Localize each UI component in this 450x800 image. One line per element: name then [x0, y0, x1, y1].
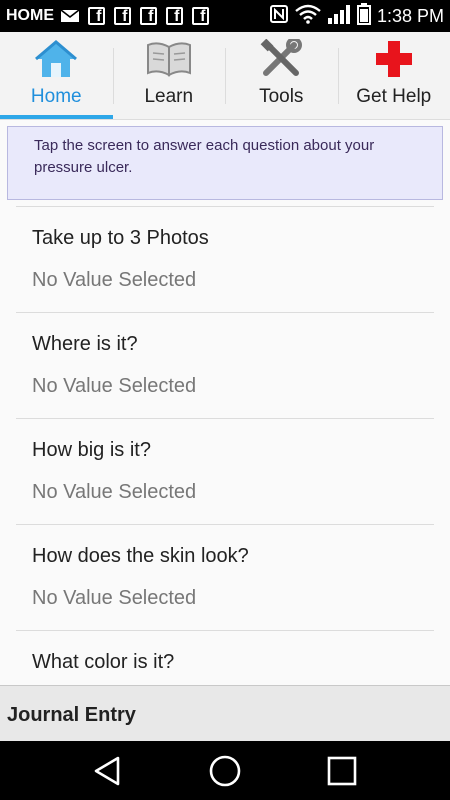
- home-icon[interactable]: [205, 751, 245, 791]
- tab-home[interactable]: Home: [0, 32, 113, 119]
- question-label: How does the skin look?: [32, 545, 249, 567]
- status-left: HOME: [6, 6, 210, 26]
- status-time: 1:38 PM: [376, 5, 444, 26]
- facebook-notification-icon-5: [190, 6, 210, 26]
- tab-home-label: Home: [30, 86, 82, 107]
- house-icon: [32, 38, 80, 80]
- facebook-notification-icon-1: [86, 6, 106, 26]
- list-item-color[interactable]: What color is it?: [16, 630, 434, 690]
- journal-entry-footer: Journal Entry: [0, 685, 450, 741]
- question-label: Where is it?: [32, 333, 138, 355]
- main-tab-bar: Home Learn Tools Get Help: [0, 32, 450, 120]
- tab-learn-label: Learn: [144, 86, 194, 107]
- list-item-skin[interactable]: How does the skin look? No Value Selecte…: [16, 524, 434, 630]
- question-value: No Value Selected: [32, 269, 197, 291]
- nfc-icon: [269, 4, 289, 29]
- battery-icon: [356, 2, 371, 30]
- wifi-icon: [295, 4, 321, 29]
- tab-learn[interactable]: Learn: [112, 32, 226, 119]
- status-right: 1:38 PM: [269, 2, 444, 30]
- red-cross-icon: [370, 38, 418, 80]
- home-status-label: HOME: [6, 7, 54, 24]
- list-item-size[interactable]: How big is it? No Value Selected: [16, 418, 434, 524]
- question-value: No Value Selected: [32, 587, 197, 609]
- email-icon: [60, 6, 80, 26]
- signal-icon: [327, 4, 351, 29]
- status-bar: HOME 1:38 PM: [0, 0, 450, 32]
- tab-tools[interactable]: Tools: [225, 32, 338, 119]
- tools-icon: [257, 38, 305, 80]
- back-icon[interactable]: [88, 751, 128, 791]
- facebook-notification-icon-3: [138, 6, 158, 26]
- facebook-notification-icon-4: [164, 6, 184, 26]
- tab-tools-label: Tools: [259, 86, 304, 107]
- list-item-photos[interactable]: Take up to 3 Photos No Value Selected: [16, 206, 434, 312]
- list-item-location[interactable]: Where is it? No Value Selected: [16, 312, 434, 418]
- recent-apps-icon[interactable]: [322, 751, 362, 791]
- question-label: Take up to 3 Photos: [32, 227, 209, 249]
- facebook-notification-icon-2: [112, 6, 132, 26]
- tab-get-help[interactable]: Get Help: [337, 32, 450, 119]
- question-value: No Value Selected: [32, 375, 197, 397]
- question-label: How big is it?: [32, 439, 151, 461]
- tab-get-help-label: Get Help: [356, 86, 432, 107]
- book-icon: [145, 38, 193, 80]
- question-label: What color is it?: [32, 651, 175, 673]
- question-list: Take up to 3 Photos No Value Selected Wh…: [16, 206, 434, 690]
- instructions-banner: Tap the screen to answer each question a…: [7, 126, 443, 200]
- question-value: No Value Selected: [32, 481, 197, 503]
- system-nav-bar: [0, 741, 450, 800]
